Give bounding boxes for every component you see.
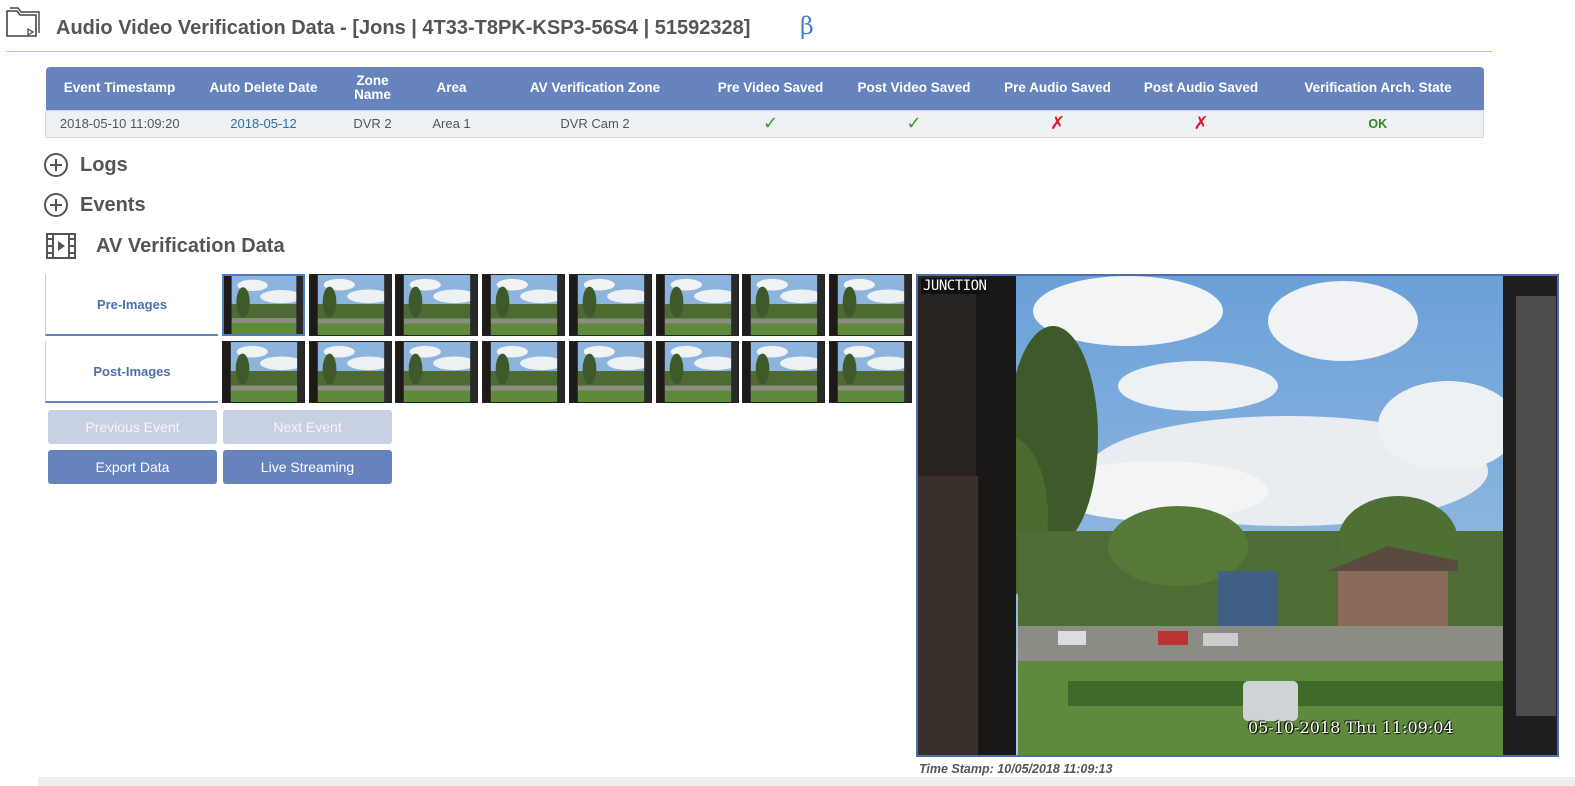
plus-circle-icon[interactable] bbox=[44, 193, 68, 217]
checkmark-icon: ✓ bbox=[762, 113, 779, 133]
column-header[interactable]: Pre Audio Saved bbox=[986, 67, 1130, 110]
pre-image-thumbnail[interactable] bbox=[655, 274, 739, 336]
checkmark-icon: ✓ bbox=[906, 113, 922, 133]
table-row[interactable]: 2018-05-10 11:09:20 2018-05-12 DVR 2 Are… bbox=[45, 110, 1484, 137]
column-header[interactable]: Verification Arch. State bbox=[1273, 67, 1484, 110]
post-image-thumbnail[interactable] bbox=[222, 341, 305, 403]
camera-datetime-overlay: 05-10-2018 Thu 11:09:04 bbox=[1248, 718, 1454, 737]
tab-pre-images[interactable]: Pre-Images bbox=[45, 274, 218, 336]
pre-image-thumbnail[interactable] bbox=[395, 274, 479, 336]
post-audio-saved-cell: ✗ bbox=[1130, 110, 1273, 137]
pre-image-thumbnail[interactable] bbox=[482, 274, 566, 336]
page-header: Audio Video Verification Data - [Jons | … bbox=[6, 0, 1492, 52]
events-section-toggle[interactable]: Events bbox=[44, 192, 146, 218]
camera-snapshot[interactable]: JUNCTION 05-10-2018 Thu 11:09:04 bbox=[916, 274, 1559, 757]
camera-scene-image bbox=[918, 276, 1557, 755]
page-title: Audio Video Verification Data - [Jons | … bbox=[56, 17, 751, 39]
post-video-saved-cell: ✓ bbox=[843, 110, 986, 137]
post-image-thumbnail[interactable] bbox=[482, 341, 566, 403]
table-header-row: Event Timestamp Auto Delete Date Zone Na… bbox=[45, 67, 1484, 110]
time-stamp-caption: Time Stamp: 10/05/2018 11:09:13 bbox=[919, 762, 1113, 776]
export-data-button[interactable]: Export Data bbox=[48, 450, 217, 484]
av-verification-section: AV Verification Data bbox=[44, 233, 285, 259]
post-image-thumbnail[interactable] bbox=[308, 341, 392, 403]
column-header[interactable]: Post Video Saved bbox=[843, 67, 986, 110]
post-image-thumbnail[interactable] bbox=[828, 341, 912, 403]
previous-event-button[interactable]: Previous Event bbox=[48, 410, 217, 444]
plus-circle-icon[interactable] bbox=[44, 153, 68, 177]
events-section-label[interactable]: Events bbox=[80, 194, 146, 217]
bottom-scrollbar[interactable] bbox=[38, 777, 1575, 786]
column-header[interactable]: AV Verification Zone bbox=[492, 67, 699, 110]
area-cell: Area 1 bbox=[432, 116, 471, 131]
post-image-thumbnail[interactable] bbox=[655, 341, 739, 403]
status-badge: OK bbox=[1368, 117, 1388, 131]
event-table: Event Timestamp Auto Delete Date Zone Na… bbox=[45, 67, 1484, 138]
column-header[interactable]: Pre Video Saved bbox=[699, 67, 843, 110]
av-verification-zone-cell: DVR Cam 2 bbox=[560, 116, 630, 131]
post-image-thumbnail[interactable] bbox=[568, 341, 652, 403]
film-icon bbox=[46, 233, 76, 259]
column-header[interactable]: Area bbox=[412, 67, 492, 110]
column-header[interactable]: Auto Delete Date bbox=[194, 67, 334, 110]
pre-image-thumbnail[interactable] bbox=[568, 274, 652, 336]
pre-video-saved-cell: ✓ bbox=[699, 110, 843, 137]
post-image-thumbnail[interactable] bbox=[395, 341, 479, 403]
pre-image-thumbnail[interactable] bbox=[828, 274, 912, 336]
live-streaming-button[interactable]: Live Streaming bbox=[223, 450, 392, 484]
pre-image-thumbnail[interactable] bbox=[742, 274, 826, 336]
next-event-button[interactable]: Next Event bbox=[223, 410, 392, 444]
logs-section-toggle[interactable]: Logs bbox=[44, 152, 128, 178]
cross-icon: ✗ bbox=[1049, 113, 1066, 133]
camera-name-overlay: JUNCTION bbox=[921, 278, 989, 294]
pre-image-thumbnail[interactable] bbox=[222, 274, 305, 336]
logs-section-label[interactable]: Logs bbox=[80, 154, 128, 177]
tab-post-images[interactable]: Post-Images bbox=[45, 341, 218, 403]
verification-arch-state-cell: OK bbox=[1273, 110, 1484, 137]
folder-video-icon bbox=[6, 7, 40, 37]
cross-icon: ✗ bbox=[1193, 113, 1209, 133]
column-header[interactable]: Event Timestamp bbox=[46, 67, 194, 110]
event-timestamp-cell: 2018-05-10 11:09:20 bbox=[59, 116, 180, 131]
post-image-thumbnail[interactable] bbox=[742, 341, 826, 403]
column-header[interactable]: Zone Name bbox=[334, 67, 412, 110]
column-header[interactable]: Post Audio Saved bbox=[1130, 67, 1273, 110]
beta-badge: β bbox=[800, 12, 814, 40]
pre-image-thumbnail[interactable] bbox=[308, 274, 392, 336]
zone-name-cell: DVR 2 bbox=[353, 116, 392, 131]
av-verification-title: AV Verification Data bbox=[96, 234, 285, 257]
auto-delete-date-link[interactable]: 2018-05-12 bbox=[194, 110, 334, 137]
pre-audio-saved-cell: ✗ bbox=[986, 110, 1130, 137]
